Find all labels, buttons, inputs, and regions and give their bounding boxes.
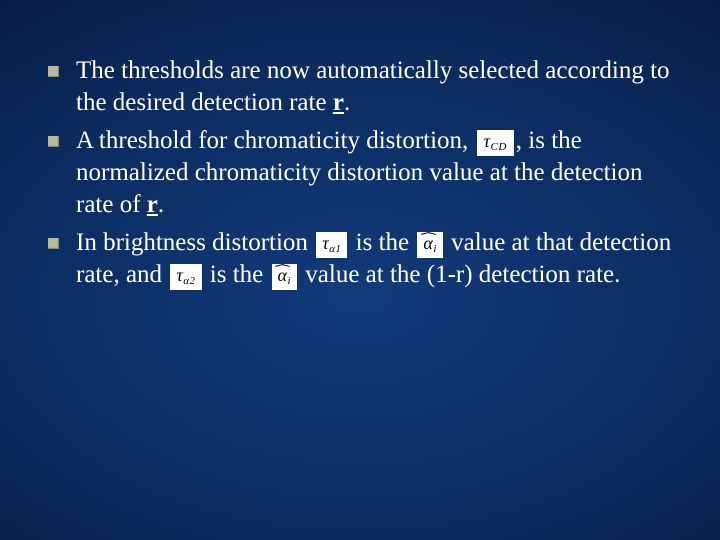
symbol-alpha-hat-2: αi (272, 264, 298, 290)
bullet-item-2: A threshold for chromaticity distortion,… (40, 125, 680, 221)
symbol-alpha-hat-1-sub: i (433, 243, 437, 255)
symbol-tau-alpha2-sub: α2 (183, 275, 195, 287)
bullet-3-text-a: In brightness distortion (76, 229, 314, 256)
symbol-tau-alpha1-sub: α1 (329, 243, 341, 255)
bullet-2-text-c: . (158, 191, 164, 218)
bullet-3-text-b: is the (349, 229, 415, 256)
symbol-tau-cd-sub: CD (491, 141, 507, 153)
symbol-alpha-hat-2-sub: i (287, 275, 291, 287)
symbol-alpha-hat-2-base: α (278, 265, 288, 285)
bullet-3-text-e: value at the (1-r) detection rate. (299, 261, 620, 288)
symbol-tau-cd-base: τ (484, 131, 491, 151)
bullet-2-r: r (147, 191, 158, 218)
bullet-1-r: r (333, 89, 344, 116)
symbol-tau-alpha1: τα1 (316, 232, 347, 258)
slide: The thresholds are now automatically sel… (0, 0, 720, 540)
bullet-item-3: In brightness distortion τα1 is the αi v… (40, 227, 680, 291)
symbol-tau-cd: τCD (477, 130, 514, 156)
bullet-3-text-d: is the (204, 261, 270, 288)
bullet-2-text-a: A threshold for chromaticity distortion, (76, 127, 475, 154)
symbol-tau-alpha2: τα2 (170, 264, 201, 290)
bullet-list: The thresholds are now automatically sel… (40, 55, 680, 291)
symbol-alpha-hat-1-base: α (423, 233, 433, 253)
bullet-item-1: The thresholds are now automatically sel… (40, 55, 680, 119)
symbol-alpha-hat-1: αi (417, 232, 443, 258)
bullet-1-text-b: . (344, 89, 350, 116)
bullet-1-text-a: The thresholds are now automatically sel… (76, 57, 670, 116)
